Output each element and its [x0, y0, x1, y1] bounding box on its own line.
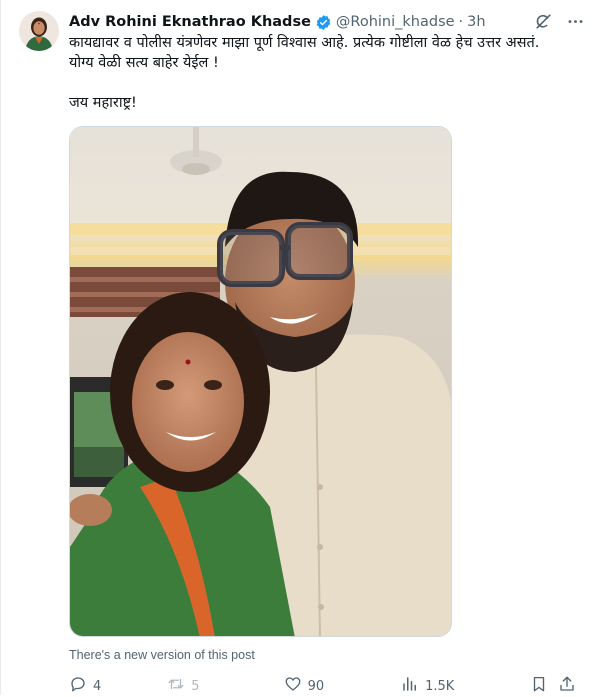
- post-text-line: कायद्यावर व पोलीस यंत्रणेवर माझा पूर्ण व…: [69, 35, 540, 51]
- post-photo[interactable]: [69, 126, 452, 637]
- like-button[interactable]: 90: [284, 675, 325, 697]
- post-text: कायद्यावर व पोलीस यंत्रणेवर माझा पूर्ण व…: [69, 33, 579, 113]
- grok-icon[interactable]: [533, 11, 553, 31]
- bookmark-icon: [530, 675, 548, 697]
- reply-button[interactable]: 4: [69, 675, 101, 697]
- separator-dot: ·: [458, 14, 464, 30]
- share-button[interactable]: [558, 675, 576, 697]
- views-button[interactable]: 1.5K: [401, 675, 454, 697]
- top-actions: [533, 11, 585, 31]
- new-version-notice[interactable]: There's a new version of this post: [69, 648, 255, 662]
- share-icon: [558, 675, 576, 697]
- like-icon: [284, 675, 302, 697]
- author-name[interactable]: Adv Rohini Eknathrao Khadse: [69, 14, 311, 30]
- author-handle[interactable]: @Rohini_khadse: [336, 14, 455, 30]
- views-icon: [401, 675, 419, 697]
- avatar[interactable]: [19, 11, 59, 51]
- bookmark-button[interactable]: [530, 675, 548, 697]
- repost-button[interactable]: 5: [167, 675, 200, 697]
- tweet-header: Adv Rohini Eknathrao Khadse @Rohini_khad…: [69, 11, 486, 33]
- reply-icon: [69, 675, 87, 697]
- more-icon[interactable]: [565, 11, 585, 31]
- post-time[interactable]: 3h: [467, 14, 485, 30]
- verified-badge-icon: [315, 14, 332, 31]
- action-bar: 4 5 90 1.5K: [61, 676, 591, 696]
- tweet: Adv Rohini Eknathrao Khadse @Rohini_khad…: [0, 0, 599, 695]
- post-text-line: योग्य वेळी सत्य बाहेर येईल !: [69, 55, 219, 71]
- views-count: 1.5K: [425, 678, 455, 694]
- like-count: 90: [307, 678, 325, 694]
- reply-count: 4: [93, 678, 102, 694]
- repost-icon: [167, 675, 185, 697]
- repost-count: 5: [191, 678, 200, 694]
- post-text-line: जय महाराष्ट्र!: [69, 95, 137, 111]
